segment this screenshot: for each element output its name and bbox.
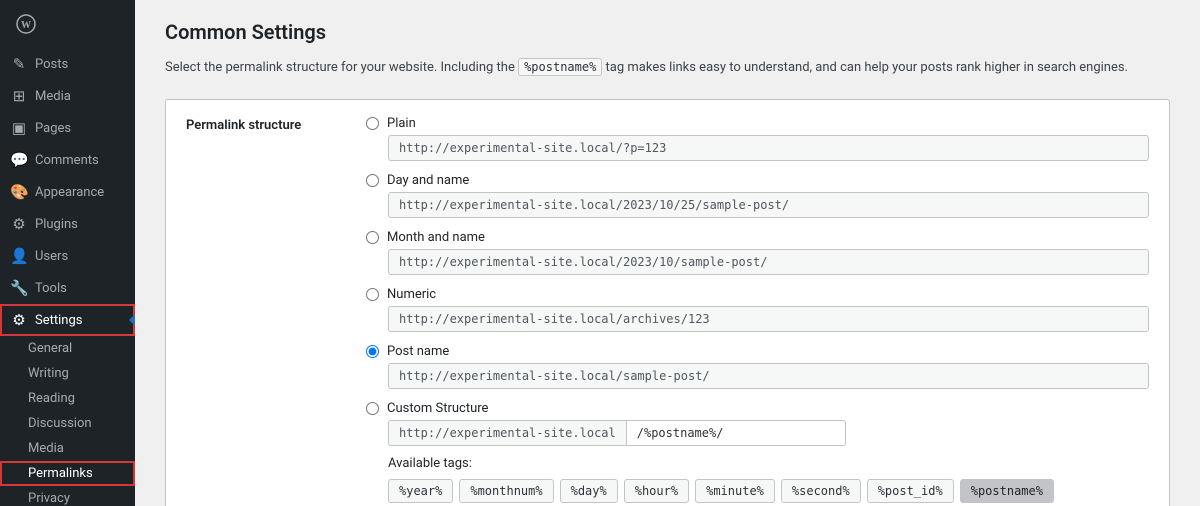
tag-minute[interactable]: %minute% xyxy=(695,479,775,503)
post-name-radio[interactable] xyxy=(366,345,379,358)
postname-tag: %postname% xyxy=(518,58,602,76)
custom-structure-input-row: http://experimental-site.local xyxy=(388,420,1149,446)
custom-label[interactable]: Custom Structure xyxy=(366,401,1149,416)
appearance-icon: 🎨 xyxy=(10,183,28,201)
tags-list: %year%%monthnum% %day%%hour%%minute%%seco… xyxy=(388,479,1149,506)
sidebar: W ✎ Posts ⊞ Media ▣ Pages 💬 Comments 🎨 A… xyxy=(0,0,135,506)
users-icon: 👤 xyxy=(10,247,28,265)
permalink-structure-row: Permalink structure Plain http://experim… xyxy=(166,100,1169,506)
numeric-radio[interactable] xyxy=(366,288,379,301)
settings-table: Permalink structure Plain http://experim… xyxy=(165,99,1170,506)
pages-icon: ▣ xyxy=(10,119,28,137)
plugins-icon: ⚙ xyxy=(10,215,28,233)
post-name-url: http://experimental-site.local/sample-po… xyxy=(388,363,1149,389)
permalink-options: Plain http://experimental-site.local/?p=… xyxy=(366,116,1149,506)
submenu-discussion[interactable]: Discussion xyxy=(0,411,135,436)
option-numeric: Numeric http://experimental-site.local/a… xyxy=(366,287,1149,332)
day-name-radio[interactable] xyxy=(366,174,379,187)
tag-day[interactable]: %day% xyxy=(560,479,618,503)
custom-url-input[interactable] xyxy=(626,420,846,446)
wp-logo-icon: W xyxy=(10,8,42,40)
tag-year[interactable]: %year% xyxy=(388,479,453,503)
submenu-privacy[interactable]: Privacy xyxy=(0,486,135,506)
tag-postname[interactable]: %postname% xyxy=(960,479,1054,503)
tag-post_id[interactable]: %post_id% xyxy=(867,479,954,503)
main-content: Common Settings Select the permalink str… xyxy=(135,0,1200,506)
option-custom: Custom Structure http://experimental-sit… xyxy=(366,401,1149,506)
custom-radio[interactable] xyxy=(366,402,379,415)
svg-text:W: W xyxy=(21,20,31,31)
sidebar-item-posts[interactable]: ✎ Posts xyxy=(0,48,135,80)
sidebar-item-appearance[interactable]: 🎨 Appearance xyxy=(0,176,135,208)
comments-icon: 💬 xyxy=(10,151,28,169)
day-name-url: http://experimental-site.local/2023/10/2… xyxy=(388,192,1149,218)
post-name-label[interactable]: Post name xyxy=(366,344,1149,359)
available-tags-label: Available tags: xyxy=(388,456,1149,471)
day-name-label[interactable]: Day and name xyxy=(366,173,1149,188)
sidebar-item-pages[interactable]: ▣ Pages xyxy=(0,112,135,144)
plain-url: http://experimental-site.local/?p=123 xyxy=(388,135,1149,161)
sidebar-item-users[interactable]: 👤 Users xyxy=(0,240,135,272)
numeric-label[interactable]: Numeric xyxy=(366,287,1149,302)
sidebar-item-comments[interactable]: 💬 Comments xyxy=(0,144,135,176)
wp-logo: W xyxy=(0,0,135,48)
sidebar-item-plugins[interactable]: ⚙ Plugins xyxy=(0,208,135,240)
page-title: Common Settings xyxy=(165,20,1170,44)
option-month-name: Month and name http://experimental-site.… xyxy=(366,230,1149,275)
settings-icon: ⚙ xyxy=(10,311,28,329)
tag-monthnum[interactable]: %monthnum% xyxy=(459,479,553,503)
custom-url-prefix: http://experimental-site.local xyxy=(388,420,626,446)
submenu-reading[interactable]: Reading xyxy=(0,386,135,411)
available-tags-section: Available tags: %year%%monthnum% %day%%ho… xyxy=(388,456,1149,506)
permalink-structure-label: Permalink structure xyxy=(186,116,366,133)
tag-second[interactable]: %second% xyxy=(781,479,861,503)
sidebar-item-settings[interactable]: ⚙ Settings xyxy=(0,304,135,336)
submenu-writing[interactable]: Writing xyxy=(0,361,135,386)
option-day-name: Day and name http://experimental-site.lo… xyxy=(366,173,1149,218)
tag-hour[interactable]: %hour% xyxy=(624,479,689,503)
description: Select the permalink structure for your … xyxy=(165,58,1170,79)
tools-icon: 🔧 xyxy=(10,279,28,297)
plain-label[interactable]: Plain xyxy=(366,116,1149,131)
month-name-url: http://experimental-site.local/2023/10/s… xyxy=(388,249,1149,275)
month-name-label[interactable]: Month and name xyxy=(366,230,1149,245)
sidebar-item-media[interactable]: ⊞ Media xyxy=(0,80,135,112)
submenu-permalinks[interactable]: Permalinks xyxy=(0,461,135,486)
posts-icon: ✎ xyxy=(10,55,28,73)
plain-radio[interactable] xyxy=(366,117,379,130)
numeric-url: http://experimental-site.local/archives/… xyxy=(388,306,1149,332)
submenu-general[interactable]: General xyxy=(0,336,135,361)
option-plain: Plain http://experimental-site.local/?p=… xyxy=(366,116,1149,161)
month-name-radio[interactable] xyxy=(366,231,379,244)
option-post-name: Post name http://experimental-site.local… xyxy=(366,344,1149,389)
sidebar-item-tools[interactable]: 🔧 Tools xyxy=(0,272,135,304)
submenu-media[interactable]: Media xyxy=(0,436,135,461)
media-icon: ⊞ xyxy=(10,87,28,105)
